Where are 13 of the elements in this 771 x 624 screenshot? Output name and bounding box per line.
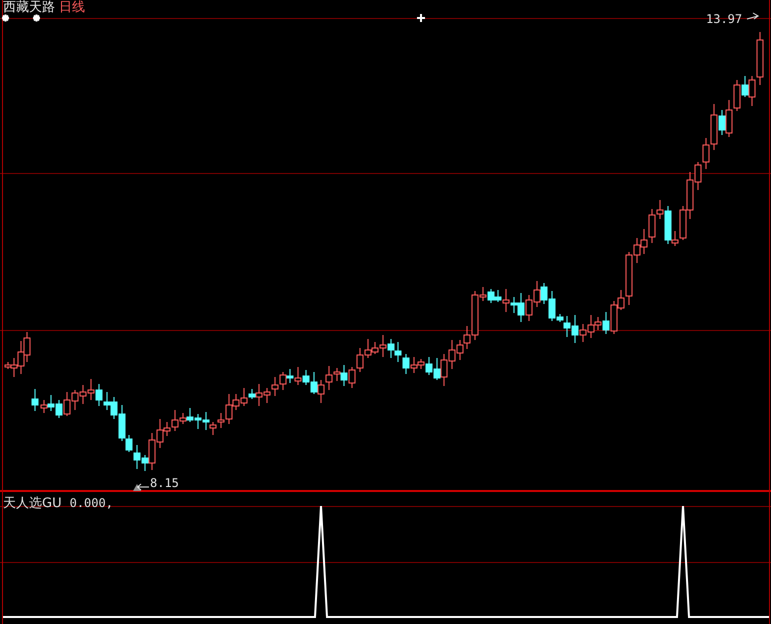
price-label: 8.15 [150, 476, 179, 490]
indicator-value: 0.000, [70, 496, 113, 510]
period-label: 日线 [59, 0, 85, 16]
asterisk-icon [33, 14, 40, 22]
leader-line [746, 12, 760, 20]
leader-line [136, 484, 150, 490]
candlestick [32, 388, 38, 412]
cross-icon [417, 14, 425, 22]
price-label: 13.97 [706, 12, 742, 26]
indicator-name: 天人选GU [3, 495, 62, 512]
stock-name: 西藏天路 [3, 0, 55, 16]
asterisk-icon [2, 14, 9, 22]
triangle-icon [133, 484, 141, 491]
